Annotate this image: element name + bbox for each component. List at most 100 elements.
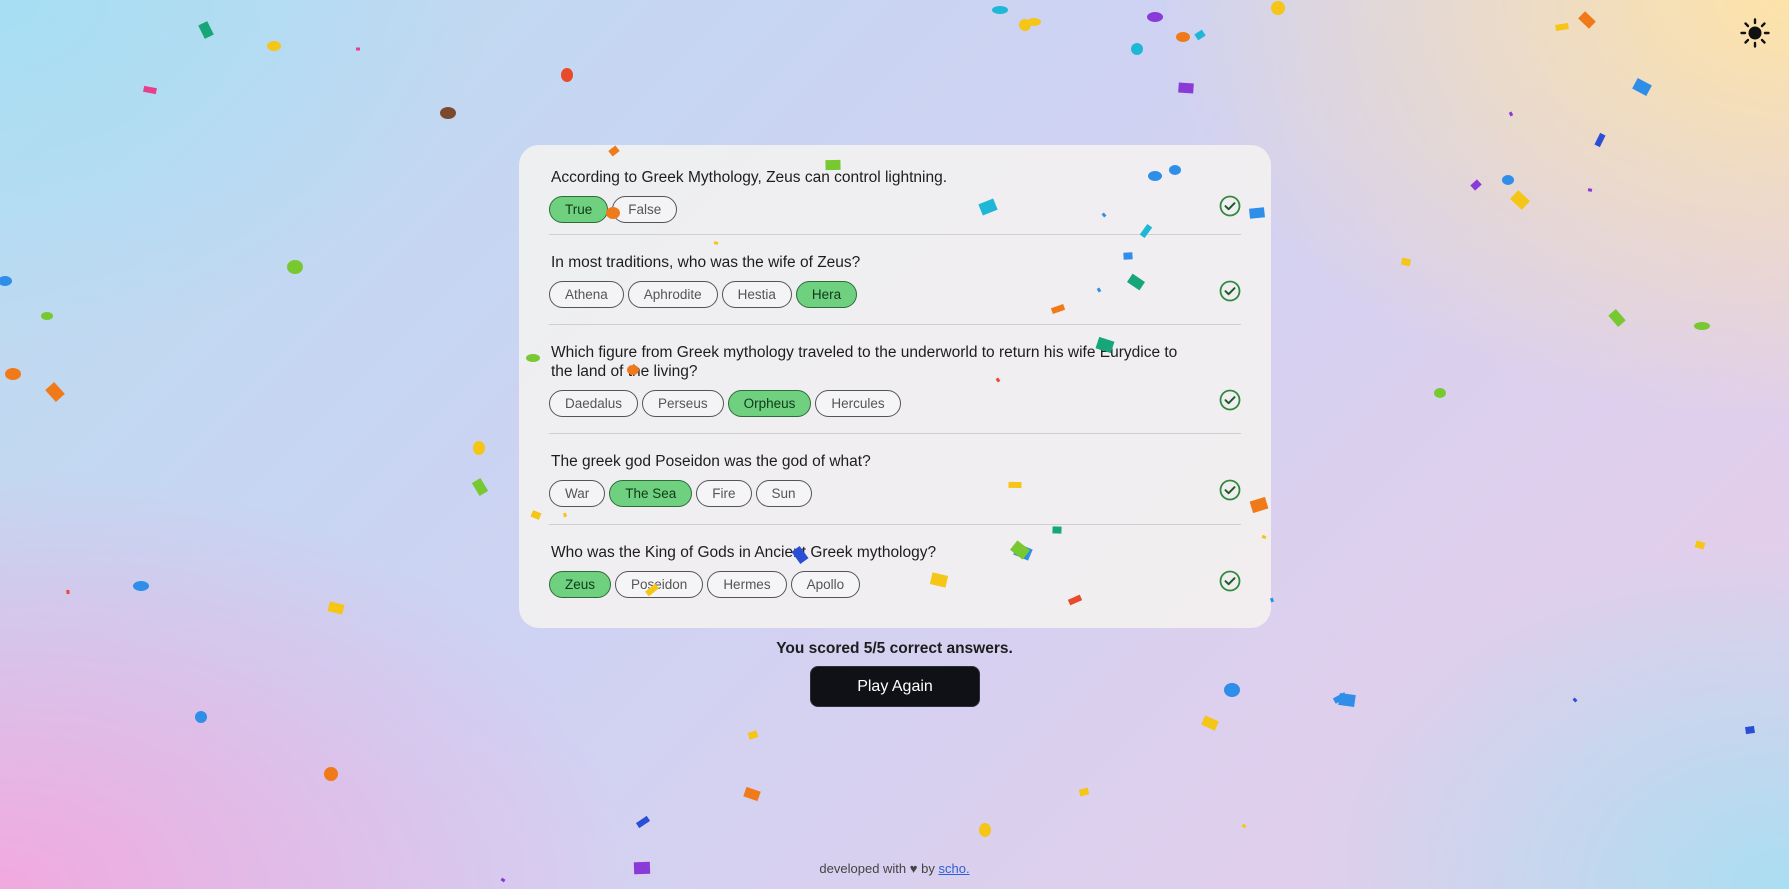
confetti-piece (1338, 692, 1356, 708)
confetti-piece (327, 601, 345, 615)
confetti-piece (1470, 179, 1482, 191)
answer-option[interactable]: Fire (696, 480, 752, 507)
confetti-piece (473, 441, 485, 455)
confetti-piece (747, 730, 759, 740)
confetti-piece (356, 47, 360, 51)
confetti-piece (471, 477, 489, 497)
answer-options: Daedalus Perseus Orpheus Hercules (549, 390, 1241, 417)
quiz-card: According to Greek Mythology, Zeus can c… (519, 145, 1271, 628)
answer-option[interactable]: True (549, 196, 609, 223)
confetti-piece (1176, 32, 1190, 42)
confetti-piece (1508, 111, 1514, 117)
confetti-piece (1241, 823, 1247, 829)
confetti-piece (635, 815, 651, 829)
confetti-piece (500, 877, 506, 883)
confetti-piece (1434, 388, 1446, 398)
score-text: You scored 5/5 correct answers. (776, 640, 1013, 657)
confetti-piece (1608, 309, 1626, 327)
check-circle-icon (1219, 479, 1241, 501)
confetti-piece (1594, 132, 1606, 148)
answer-option[interactable]: Zeus (549, 571, 612, 598)
question-item: According to Greek Mythology, Zeus can c… (549, 155, 1241, 235)
confetti-piece (45, 382, 65, 402)
answer-option[interactable]: Hestia (721, 281, 792, 308)
confetti-piece (1400, 257, 1412, 267)
confetti-piece (561, 68, 573, 82)
confetti-piece (1271, 1, 1285, 15)
answer-options: War The Sea Fire Sun (549, 480, 1241, 507)
check-circle-icon (1219, 389, 1241, 411)
question-item: The greek god Poseidon was the god of wh… (549, 434, 1241, 525)
confetti-piece (1131, 43, 1143, 55)
answer-option[interactable]: Hera (795, 281, 858, 308)
confetti-piece (1027, 18, 1041, 26)
confetti-piece (1019, 19, 1031, 31)
question-text: The greek god Poseidon was the god of wh… (551, 453, 871, 470)
answer-option[interactable]: Perseus (642, 390, 724, 417)
confetti-piece (992, 6, 1008, 14)
author-link[interactable]: scho. (938, 861, 969, 876)
confetti-piece (1572, 697, 1578, 703)
confetti-piece (324, 767, 338, 781)
check-circle-icon (1219, 195, 1241, 217)
confetti-piece (1694, 540, 1706, 550)
answer-option[interactable]: War (549, 480, 606, 507)
confetti-piece (1147, 12, 1163, 22)
confetti-piece (979, 823, 991, 837)
answer-option[interactable]: Aphrodite (627, 281, 718, 308)
confetti-piece (1555, 23, 1569, 31)
confetti-piece (1694, 322, 1710, 330)
check-circle-icon (1219, 280, 1241, 302)
question-item: Who was the King of Gods in Ancient Gree… (549, 525, 1241, 615)
question-text: Which figure from Greek mythology travel… (551, 344, 1178, 380)
confetti-piece (41, 312, 53, 320)
heart-icon: ♥ (909, 861, 918, 876)
confetti-piece (1201, 715, 1219, 731)
confetti-piece (440, 107, 456, 119)
footer-by: by (921, 861, 935, 876)
answer-option[interactable]: Daedalus (549, 390, 639, 417)
answer-option[interactable]: The Sea (609, 480, 693, 507)
question-text: According to Greek Mythology, Zeus can c… (551, 169, 948, 186)
confetti-piece (1194, 29, 1206, 41)
answer-option[interactable]: Sun (755, 480, 812, 507)
question-text: In most traditions, who was the wife of … (551, 254, 861, 271)
confetti-piece (1502, 175, 1514, 185)
footer-prefix: developed with (819, 861, 907, 876)
confetti-piece (195, 711, 207, 723)
confetti-piece (5, 368, 21, 380)
answer-option[interactable]: Orpheus (727, 390, 812, 417)
confetti-piece (1332, 692, 1348, 704)
confetti-piece (1578, 11, 1596, 29)
check-circle-icon (1219, 570, 1241, 592)
confetti-piece (267, 41, 281, 51)
confetti-piece (287, 260, 303, 274)
answer-option[interactable]: Apollo (790, 571, 861, 598)
question-text: Who was the King of Gods in Ancient Gree… (551, 544, 937, 561)
footer: developed with ♥ by scho. (0, 861, 1789, 876)
answer-options: True False (549, 196, 1241, 223)
answer-option[interactable]: Athena (549, 281, 624, 308)
answer-option[interactable]: Hercules (815, 390, 901, 417)
sun-icon (1740, 18, 1770, 48)
confetti-piece (1224, 683, 1240, 697)
confetti-piece (66, 589, 70, 595)
confetti-piece (1178, 82, 1194, 94)
confetti-piece (1587, 188, 1593, 192)
answer-options: Athena Aphrodite Hestia Hera (549, 281, 1241, 308)
confetti-piece (0, 276, 12, 286)
play-again-button[interactable]: Play Again (810, 666, 980, 707)
confetti-piece (143, 85, 157, 95)
theme-toggle-button[interactable] (1738, 16, 1772, 50)
confetti-piece (1078, 787, 1090, 797)
answer-option[interactable]: Hermes (707, 571, 787, 598)
answer-option[interactable]: False (612, 196, 678, 223)
answer-option[interactable]: Poseidon (615, 571, 704, 598)
confetti-piece (198, 21, 214, 39)
confetti-piece (743, 786, 761, 802)
confetti-piece (1510, 190, 1530, 210)
confetti-piece (133, 581, 149, 591)
answer-options: Zeus Poseidon Hermes Apollo (549, 571, 1241, 598)
question-item: In most traditions, who was the wife of … (549, 235, 1241, 325)
question-item: Which figure from Greek mythology travel… (549, 325, 1241, 434)
